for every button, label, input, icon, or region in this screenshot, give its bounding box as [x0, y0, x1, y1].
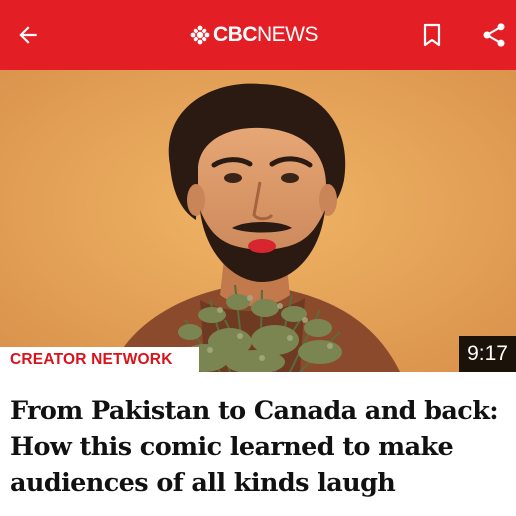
comedian-portrait-image: [0, 70, 516, 372]
back-button[interactable]: [0, 0, 56, 70]
logo-text-news: NEWS: [257, 23, 319, 46]
story-headline[interactable]: From Pakistan to Canada and back: How th…: [10, 393, 510, 501]
video-duration-badge: 9:17: [459, 336, 516, 372]
bookmark-icon: [423, 23, 441, 47]
bookmark-button[interactable]: [404, 0, 460, 70]
cbc-news-logo: CBCNEWS: [190, 22, 319, 48]
app-bar: CBCNEWS: [0, 0, 516, 70]
cbc-gem-icon: [190, 25, 210, 45]
share-button[interactable]: [466, 0, 516, 70]
category-label[interactable]: CREATOR NETWORK: [0, 347, 199, 372]
share-icon: [483, 23, 505, 47]
story-video-thumbnail[interactable]: [0, 70, 516, 372]
arrow-left-icon: [19, 26, 37, 44]
logo-text-cbc: CBC: [213, 23, 258, 46]
